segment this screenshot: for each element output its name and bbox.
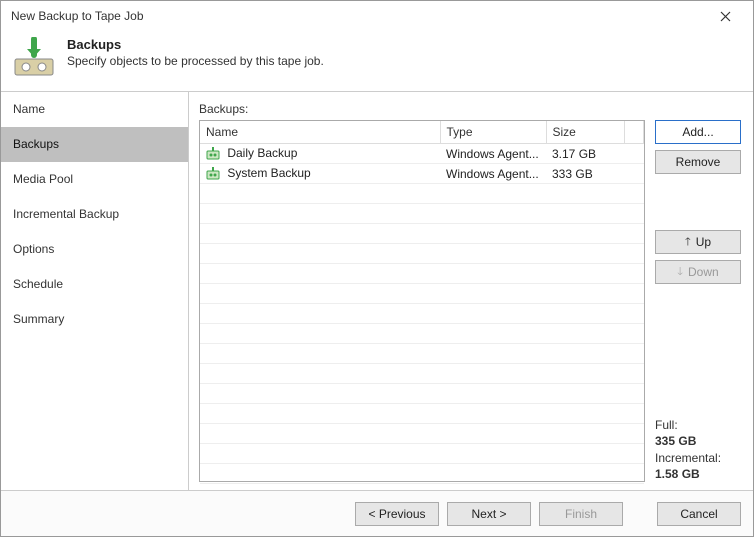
header: Backups Specify objects to be processed … [1,31,753,91]
tape-icon [13,37,55,79]
header-text: Backups Specify objects to be processed … [67,37,324,68]
size-summary: Full: 335 GB Incremental: 1.58 GB [655,417,741,482]
table-row [200,284,644,304]
remove-button[interactable]: Remove [655,150,741,174]
table-row [200,264,644,284]
arrow-down-icon: 🡓 [677,267,683,278]
backups-grid[interactable]: Name Type Size [199,120,645,482]
table-row[interactable]: System Backup Windows Agent... 333 GB [200,164,644,184]
arrow-up-icon: 🡑 [685,237,691,248]
main: Backups: Name Type Size [189,92,753,490]
table-row [200,324,644,344]
add-button[interactable]: Add... [655,120,741,144]
column-size[interactable]: Size [546,121,624,144]
column-type[interactable]: Type [440,121,546,144]
sidebar-item-incremental-backup[interactable]: Incremental Backup [1,197,188,232]
cell-size: 3.17 GB [546,144,624,164]
column-rest [624,121,644,144]
sidebar-item-schedule[interactable]: Schedule [1,267,188,302]
next-button[interactable]: Next > [447,502,531,526]
list-label: Backups: [199,102,741,116]
cell-type: Windows Agent... [440,164,546,184]
body: Name Backups Media Pool Incremental Back… [1,91,753,490]
down-button[interactable]: 🡓 Down [655,260,741,284]
sidebar-item-options[interactable]: Options [1,232,188,267]
incremental-label: Incremental: [655,450,741,466]
dialog-window: New Backup to Tape Job Backups Specify o… [0,0,754,537]
close-button[interactable] [705,2,745,30]
table-row [200,184,644,204]
cancel-button[interactable]: Cancel [657,502,741,526]
cell-size: 333 GB [546,164,624,184]
sidebar: Name Backups Media Pool Incremental Back… [1,92,189,490]
table-row [200,444,644,464]
previous-button[interactable]: < Previous [355,502,439,526]
backup-job-icon [206,147,220,161]
table-row [200,204,644,224]
up-button[interactable]: 🡑 Up [655,230,741,254]
table-row [200,404,644,424]
page-subtitle: Specify objects to be processed by this … [67,54,324,68]
table-row[interactable]: Daily Backup Windows Agent... 3.17 GB [200,144,644,164]
table-row [200,224,644,244]
close-icon [720,11,731,22]
titlebar: New Backup to Tape Job [1,1,753,31]
table-row [200,384,644,404]
sidebar-item-name[interactable]: Name [1,92,188,127]
sidebar-item-media-pool[interactable]: Media Pool [1,162,188,197]
button-column: Add... Remove 🡑 Up 🡓 Down Full: 335 GB [655,120,741,482]
main-row: Name Type Size [199,120,741,482]
sidebar-item-summary[interactable]: Summary [1,302,188,337]
cell-type: Windows Agent... [440,144,546,164]
table-row [200,244,644,264]
backup-job-icon [206,167,220,181]
cell-name: Daily Backup [227,146,297,160]
full-label: Full: [655,417,741,433]
table-row [200,344,644,364]
table-header: Name Type Size [200,121,644,144]
full-value: 335 GB [655,433,741,449]
table-row [200,464,644,484]
page-title: Backups [67,37,324,52]
window-title: New Backup to Tape Job [11,9,144,23]
table-row [200,364,644,384]
incremental-value: 1.58 GB [655,466,741,482]
table-row [200,304,644,324]
cell-name: System Backup [227,166,310,180]
sidebar-item-backups[interactable]: Backups [1,127,188,162]
footer: < Previous Next > Finish Cancel [1,490,753,536]
finish-button: Finish [539,502,623,526]
table-row [200,424,644,444]
column-name[interactable]: Name [200,121,440,144]
